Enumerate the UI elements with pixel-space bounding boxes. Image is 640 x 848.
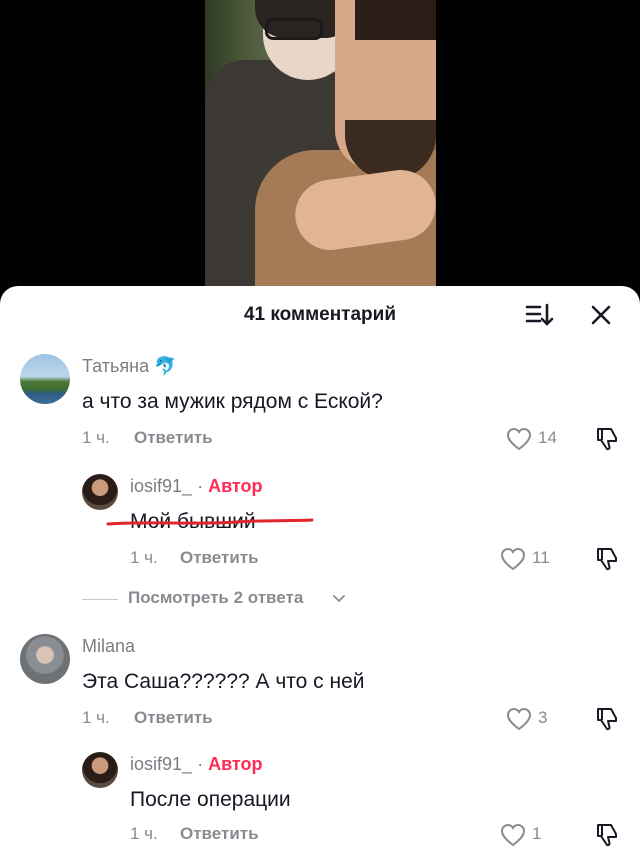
like-button[interactable]: 11 (500, 546, 570, 572)
comment-text: После операции (130, 788, 291, 811)
video-frame[interactable] (205, 0, 436, 300)
reply-button[interactable]: Ответить (134, 428, 213, 448)
reply-button[interactable]: Ответить (180, 548, 259, 568)
heart-icon (500, 823, 526, 847)
avatar[interactable] (82, 474, 118, 510)
video-person-right-hair (355, 0, 436, 40)
like-count: 1 (532, 824, 542, 843)
like-count: 3 (538, 708, 548, 727)
comment-text: Эта Саша?????? А что с ней (82, 670, 365, 693)
view-replies-label: Посмотреть 2 ответа (128, 588, 304, 607)
dislike-icon[interactable] (594, 426, 620, 452)
comment-username[interactable]: iosif91_ · Автор (130, 476, 262, 497)
heart-icon (506, 707, 532, 731)
author-badge: Автор (208, 754, 263, 774)
comment-time: 1 ч. (130, 548, 158, 567)
dislike-icon[interactable] (594, 706, 620, 732)
sort-icon[interactable] (524, 302, 554, 328)
reply-button[interactable]: Ответить (180, 824, 259, 844)
dislike-icon[interactable] (594, 546, 620, 572)
avatar[interactable] (20, 354, 70, 404)
comments-header: 41 комментарий (0, 286, 640, 344)
red-underline-annotation (106, 518, 314, 526)
view-replies-divider (82, 599, 118, 600)
comment-time: 1 ч. (82, 708, 110, 727)
avatar[interactable] (82, 752, 118, 788)
like-count: 11 (532, 548, 550, 567)
like-button[interactable]: 1 (500, 822, 570, 848)
reply-button[interactable]: Ответить (134, 708, 213, 728)
heart-icon (506, 427, 532, 451)
like-count: 14 (538, 428, 557, 447)
comment-username[interactable]: iosif91_ · Автор (130, 754, 262, 775)
dislike-icon[interactable] (594, 822, 620, 848)
comment-username[interactable]: Татьяна 🐬 (82, 356, 177, 377)
heart-icon (500, 547, 526, 571)
author-badge: Автор (208, 476, 263, 496)
close-icon[interactable] (588, 302, 614, 328)
like-button[interactable]: 14 (506, 426, 576, 452)
chevron-down-icon (333, 595, 345, 602)
comment-time: 1 ч. (82, 428, 110, 447)
like-button[interactable]: 3 (506, 706, 576, 732)
comments-sheet: 41 комментарий Татьяна 🐬 а что за мужик … (0, 286, 640, 848)
video-glasses (265, 18, 323, 40)
comment-text: а что за мужик рядом с Еской? (82, 390, 383, 413)
comment-username[interactable]: Milana (82, 636, 135, 657)
dolphin-emoji: 🐬 (154, 356, 177, 376)
avatar[interactable] (20, 634, 70, 684)
comment-time: 1 ч. (130, 824, 158, 843)
